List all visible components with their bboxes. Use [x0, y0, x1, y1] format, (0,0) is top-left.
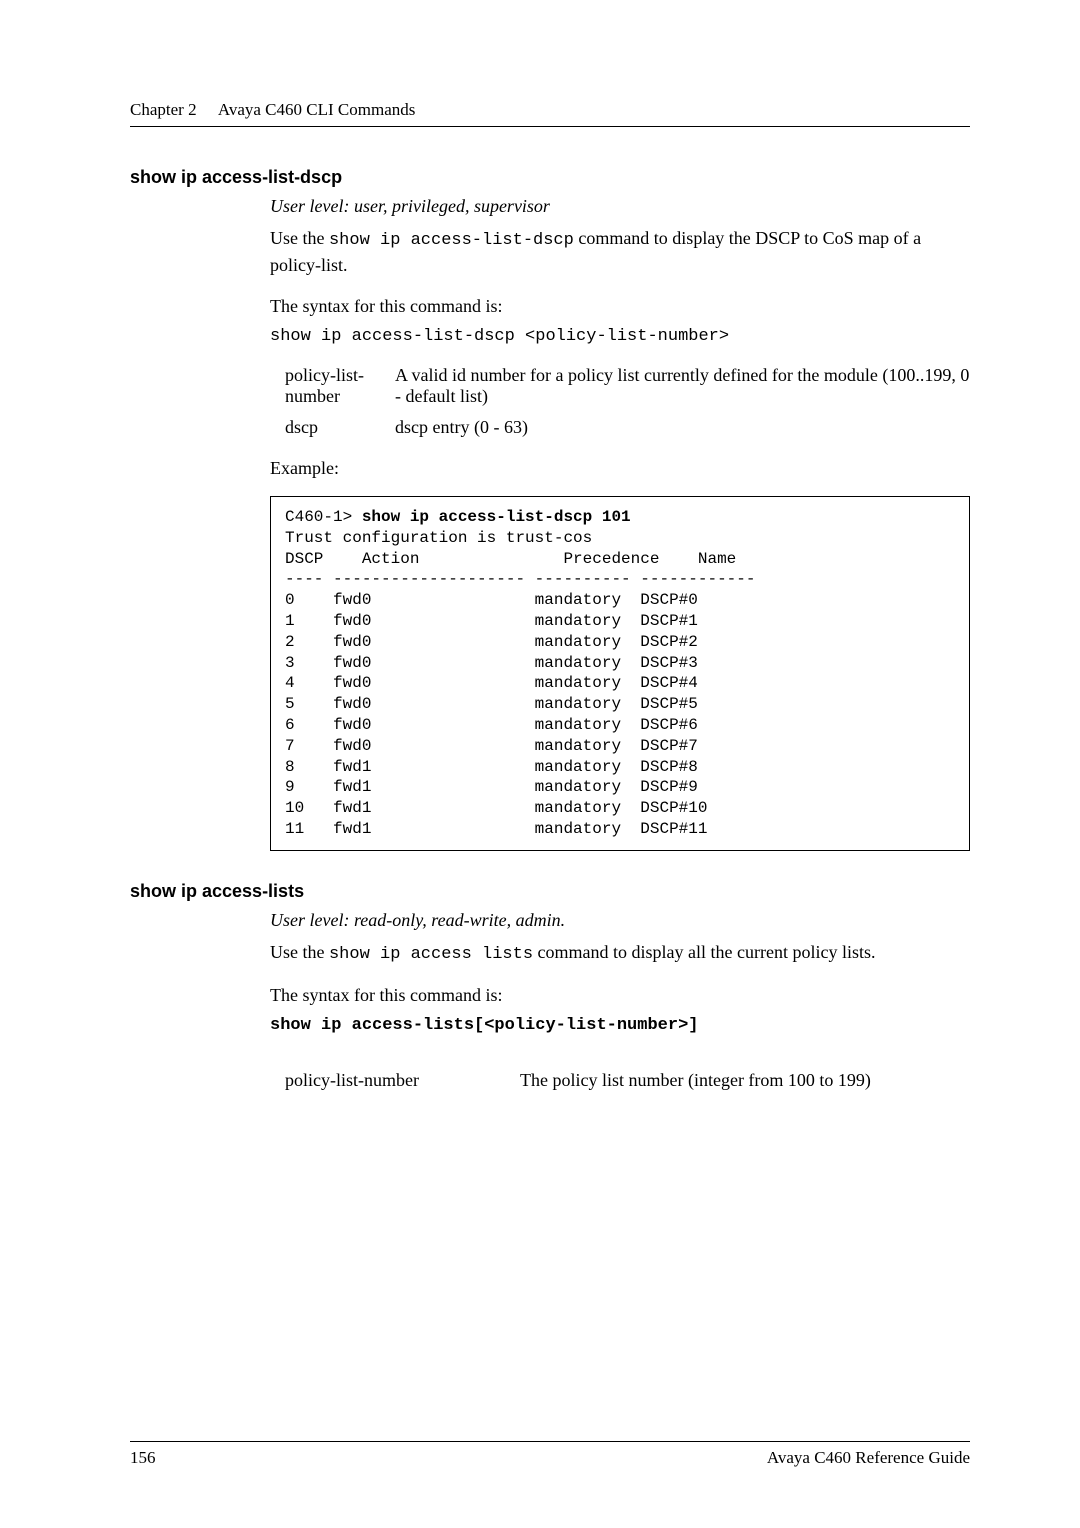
param-name: policy-list-number: [285, 365, 370, 407]
example-prompt: C460-1>: [285, 508, 362, 526]
chapter-number: Chapter 2: [130, 100, 197, 119]
example-line: 5 fwd0 mandatory DSCP#5: [285, 695, 698, 713]
desc-command: show ip access-list-dscp: [329, 231, 574, 250]
example-line: 7 fwd0 mandatory DSCP#7: [285, 737, 698, 755]
syntax-label: The syntax for this command is:: [270, 294, 970, 318]
param-desc: A valid id number for a policy list curr…: [395, 365, 970, 407]
footer-reference: Avaya C460 Reference Guide: [767, 1448, 970, 1468]
command-description: Use the show ip access lists command to …: [270, 940, 970, 967]
command-description: Use the show ip access-list-dscp command…: [270, 226, 970, 277]
example-line: 6 fwd0 mandatory DSCP#6: [285, 716, 698, 734]
example-line: 4 fwd0 mandatory DSCP#4: [285, 674, 698, 692]
section-heading: show ip access-lists: [130, 881, 970, 902]
example-output-box: C460-1> show ip access-list-dscp 101 Tru…: [270, 496, 970, 851]
example-line: 2 fwd0 mandatory DSCP#2: [285, 633, 698, 651]
example-line: Trust configuration is trust-cos: [285, 529, 592, 547]
chapter-title: Avaya C460 CLI Commands: [218, 100, 416, 119]
param-row: policy-list-number A valid id number for…: [285, 365, 970, 407]
section-heading: show ip access-list-dscp: [130, 167, 970, 188]
example-line: 10 fwd1 mandatory DSCP#10: [285, 799, 707, 817]
page-header: Chapter 2 Avaya C460 CLI Commands: [130, 100, 970, 120]
example-line: 3 fwd0 mandatory DSCP#3: [285, 654, 698, 672]
syntax-command: show ip access-list-dscp <policy-list-nu…: [270, 326, 970, 349]
param-name: dscp: [285, 417, 370, 438]
header-rule: [130, 126, 970, 127]
example-line: ---- -------------------- ---------- ---…: [285, 570, 755, 588]
user-level: User level: read-only, read-write, admin…: [270, 908, 970, 932]
example-line: DSCP Action Precedence Name: [285, 550, 736, 568]
param-row: dscp dscp entry (0 - 63): [285, 417, 970, 438]
param-name: policy-list-number: [285, 1070, 495, 1091]
example-label: Example:: [270, 456, 970, 480]
syntax-label: The syntax for this command is:: [270, 983, 970, 1007]
param-row: policy-list-number The policy list numbe…: [285, 1070, 970, 1091]
user-level: User level: user, privileged, supervisor: [270, 194, 970, 218]
desc-text: Use the: [270, 942, 329, 962]
syntax-command: show ip access-lists[<policy-list-number…: [270, 1015, 970, 1038]
example-line: 1 fwd0 mandatory DSCP#1: [285, 612, 698, 630]
example-command: show ip access-list-dscp 101: [362, 508, 631, 526]
page-number: 156: [130, 1448, 156, 1468]
desc-text: Use the: [270, 228, 329, 248]
desc-text: command to display all the current polic…: [533, 942, 875, 962]
example-line: 9 fwd1 mandatory DSCP#9: [285, 778, 698, 796]
param-desc: The policy list number (integer from 100…: [520, 1070, 970, 1091]
example-line: 0 fwd0 mandatory DSCP#0: [285, 591, 698, 609]
example-line: 11 fwd1 mandatory DSCP#11: [285, 820, 707, 838]
desc-command: show ip access lists: [329, 945, 533, 964]
param-desc: dscp entry (0 - 63): [395, 417, 970, 438]
example-line: 8 fwd1 mandatory DSCP#8: [285, 758, 698, 776]
page-footer: 156 Avaya C460 Reference Guide: [130, 1441, 970, 1468]
